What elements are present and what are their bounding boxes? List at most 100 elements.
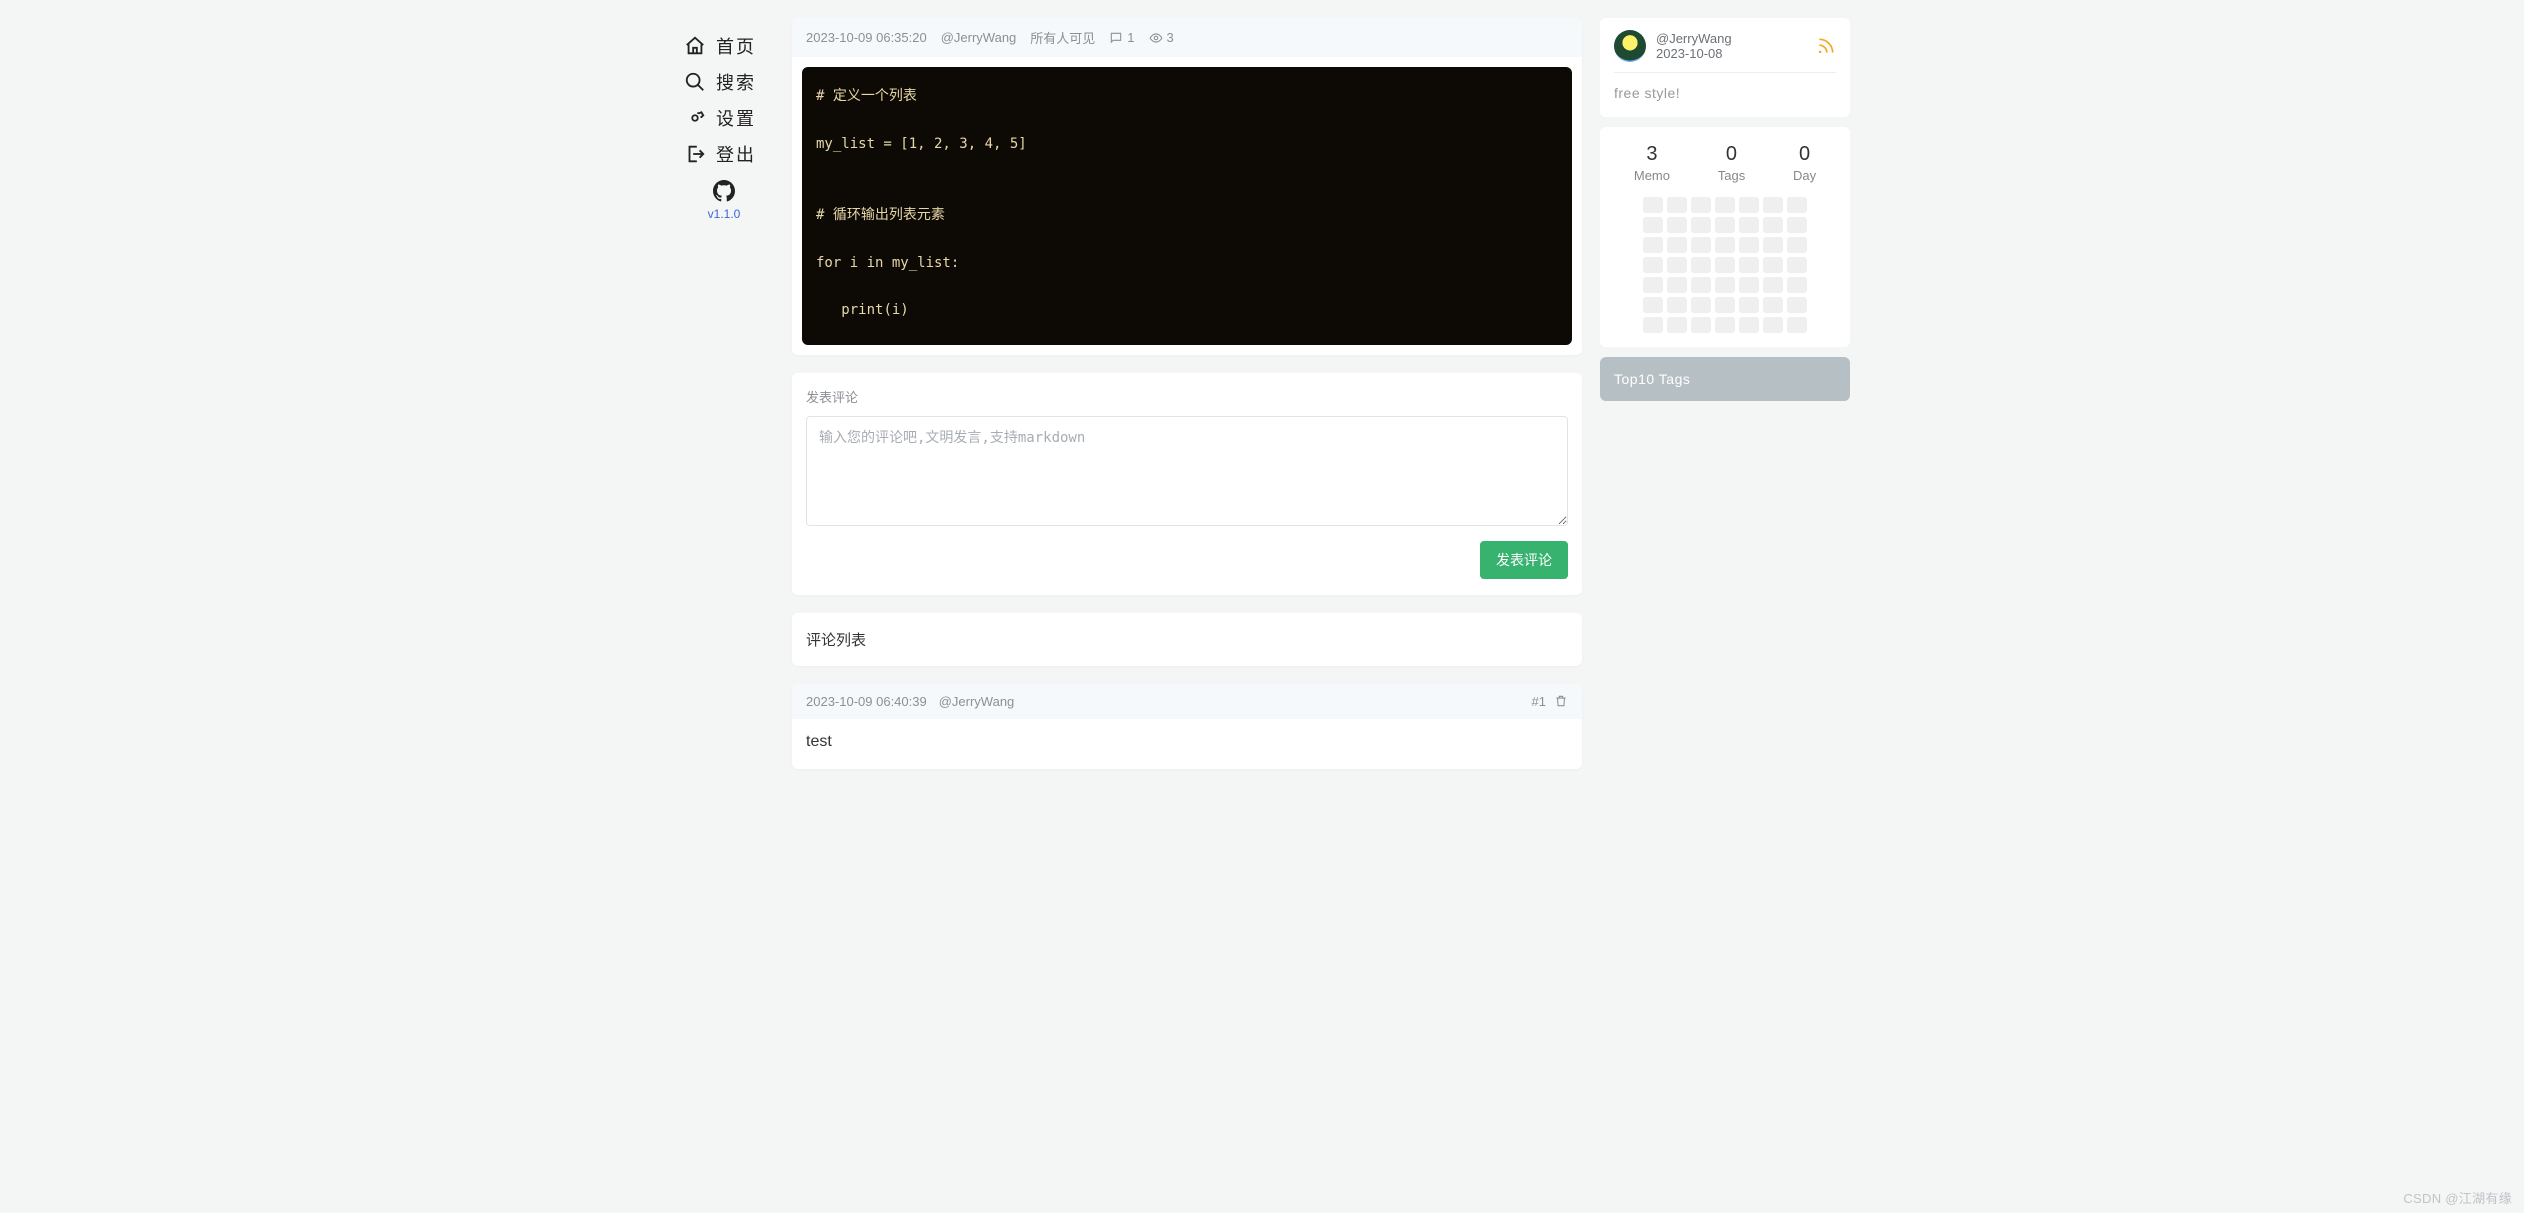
comment-box-card: 发表评论 发表评论 <box>792 373 1582 595</box>
gear-icon <box>684 107 706 129</box>
heatmap-cell[interactable] <box>1691 297 1711 313</box>
heatmap-cell[interactable] <box>1691 237 1711 253</box>
heatmap <box>1610 197 1840 333</box>
comment-list-header: 评论列表 <box>792 613 1582 666</box>
github-link[interactable] <box>713 180 735 205</box>
memo-body: # 定义一个列表 my_list = [1, 2, 3, 4, 5] # 循环输… <box>792 57 1582 355</box>
heatmap-cell[interactable] <box>1787 197 1807 213</box>
nav-search-label: 搜索 <box>716 69 756 95</box>
memo-visibility: 所有人可见 <box>1030 28 1095 47</box>
stat-day-label: Day <box>1793 168 1816 183</box>
heatmap-cell[interactable] <box>1667 217 1687 233</box>
heatmap-cell[interactable] <box>1643 317 1663 333</box>
comment-item-header: 2023-10-09 06:40:39 @JerryWang #1 <box>792 684 1582 719</box>
nav-logout[interactable]: 登出 <box>684 136 764 172</box>
comment-icon <box>1109 31 1123 45</box>
heatmap-cell[interactable] <box>1667 297 1687 313</box>
heatmap-cell[interactable] <box>1715 277 1735 293</box>
heatmap-cell[interactable] <box>1667 277 1687 293</box>
heatmap-cell[interactable] <box>1763 297 1783 313</box>
heatmap-cell[interactable] <box>1691 277 1711 293</box>
heatmap-cell[interactable] <box>1691 317 1711 333</box>
memo-comment-count: 1 <box>1127 30 1134 45</box>
comment-list-header-card: 评论列表 <box>792 613 1582 666</box>
heatmap-cell[interactable] <box>1643 217 1663 233</box>
heatmap-cell[interactable] <box>1763 277 1783 293</box>
github-icon <box>713 180 735 202</box>
profile-card: @JerryWang 2023-10-08 free style! <box>1600 18 1850 117</box>
heatmap-cell[interactable] <box>1787 277 1807 293</box>
memo-author[interactable]: @JerryWang <box>941 30 1017 45</box>
heatmap-cell[interactable] <box>1787 217 1807 233</box>
nav-home-label: 首页 <box>716 33 756 59</box>
comment-body: test <box>792 719 1582 769</box>
home-icon <box>684 35 706 57</box>
stat-tags: 0 Tags <box>1718 143 1745 183</box>
heatmap-cell[interactable] <box>1667 257 1687 273</box>
nav-search[interactable]: 搜索 <box>684 64 764 100</box>
heatmap-cell[interactable] <box>1739 237 1759 253</box>
heatmap-cell[interactable] <box>1763 237 1783 253</box>
profile-slogan: free style! <box>1614 73 1836 101</box>
comment-author[interactable]: @JerryWang <box>939 694 1015 709</box>
heatmap-cell[interactable] <box>1763 197 1783 213</box>
trash-icon[interactable] <box>1554 694 1568 708</box>
heatmap-cell[interactable] <box>1739 297 1759 313</box>
version-label: v1.1.0 <box>708 207 741 221</box>
heatmap-cell[interactable] <box>1643 197 1663 213</box>
heatmap-cell[interactable] <box>1667 317 1687 333</box>
watermark: CSDN @江湖有缘 <box>2403 1188 2512 1207</box>
comment-textarea[interactable] <box>806 416 1568 526</box>
heatmap-cell[interactable] <box>1667 237 1687 253</box>
heatmap-cell[interactable] <box>1643 277 1663 293</box>
heatmap-cell[interactable] <box>1787 237 1807 253</box>
stat-tags-label: Tags <box>1718 168 1745 183</box>
comment-timestamp: 2023-10-09 06:40:39 <box>806 694 927 709</box>
heatmap-cell[interactable] <box>1763 217 1783 233</box>
heatmap-cell[interactable] <box>1691 197 1711 213</box>
nav-settings[interactable]: 设置 <box>684 100 764 136</box>
heatmap-cell[interactable] <box>1787 257 1807 273</box>
stat-day-num: 0 <box>1793 143 1816 166</box>
heatmap-cell[interactable] <box>1667 197 1687 213</box>
heatmap-cell[interactable] <box>1739 217 1759 233</box>
sidebar: 首页 搜索 设置 登出 v1.1.0 <box>674 18 774 1213</box>
nav-settings-label: 设置 <box>716 105 756 131</box>
heatmap-cell[interactable] <box>1691 257 1711 273</box>
heatmap-cell[interactable] <box>1691 217 1711 233</box>
stat-memo: 3 Memo <box>1634 143 1670 183</box>
heatmap-cell[interactable] <box>1715 297 1735 313</box>
memo-header: 2023-10-09 06:35:20 @JerryWang 所有人可见 1 3 <box>792 18 1582 57</box>
heatmap-cell[interactable] <box>1763 257 1783 273</box>
stat-tags-num: 0 <box>1718 143 1745 166</box>
eye-icon <box>1149 31 1163 45</box>
right-column: @JerryWang 2023-10-08 free style! 3 Memo… <box>1600 18 1850 1213</box>
memo-card: 2023-10-09 06:35:20 @JerryWang 所有人可见 1 3… <box>792 18 1582 355</box>
submit-comment-button[interactable]: 发表评论 <box>1480 541 1568 579</box>
heatmap-cell[interactable] <box>1715 257 1735 273</box>
heatmap-cell[interactable] <box>1643 257 1663 273</box>
heatmap-cell[interactable] <box>1787 317 1807 333</box>
heatmap-cell[interactable] <box>1739 197 1759 213</box>
heatmap-cell[interactable] <box>1739 277 1759 293</box>
heatmap-cell[interactable] <box>1715 197 1735 213</box>
avatar[interactable] <box>1614 30 1646 62</box>
heatmap-cell[interactable] <box>1739 317 1759 333</box>
heatmap-cell[interactable] <box>1715 237 1735 253</box>
heatmap-cell[interactable] <box>1787 297 1807 313</box>
heatmap-cell[interactable] <box>1763 317 1783 333</box>
rss-button[interactable] <box>1816 36 1836 59</box>
stat-day: 0 Day <box>1793 143 1816 183</box>
nav-home[interactable]: 首页 <box>684 28 764 64</box>
memo-view-count-group: 3 <box>1149 30 1174 45</box>
comment-section-label: 发表评论 <box>806 387 1568 406</box>
stats-card: 3 Memo 0 Tags 0 Day <box>1600 127 1850 347</box>
memo-code-block: # 定义一个列表 my_list = [1, 2, 3, 4, 5] # 循环输… <box>802 67 1572 345</box>
profile-username[interactable]: @JerryWang <box>1656 31 1732 46</box>
heatmap-cell[interactable] <box>1643 237 1663 253</box>
heatmap-cell[interactable] <box>1715 317 1735 333</box>
heatmap-cell[interactable] <box>1739 257 1759 273</box>
heatmap-cell[interactable] <box>1715 217 1735 233</box>
heatmap-cell[interactable] <box>1643 297 1663 313</box>
memo-timestamp: 2023-10-09 06:35:20 <box>806 30 927 45</box>
